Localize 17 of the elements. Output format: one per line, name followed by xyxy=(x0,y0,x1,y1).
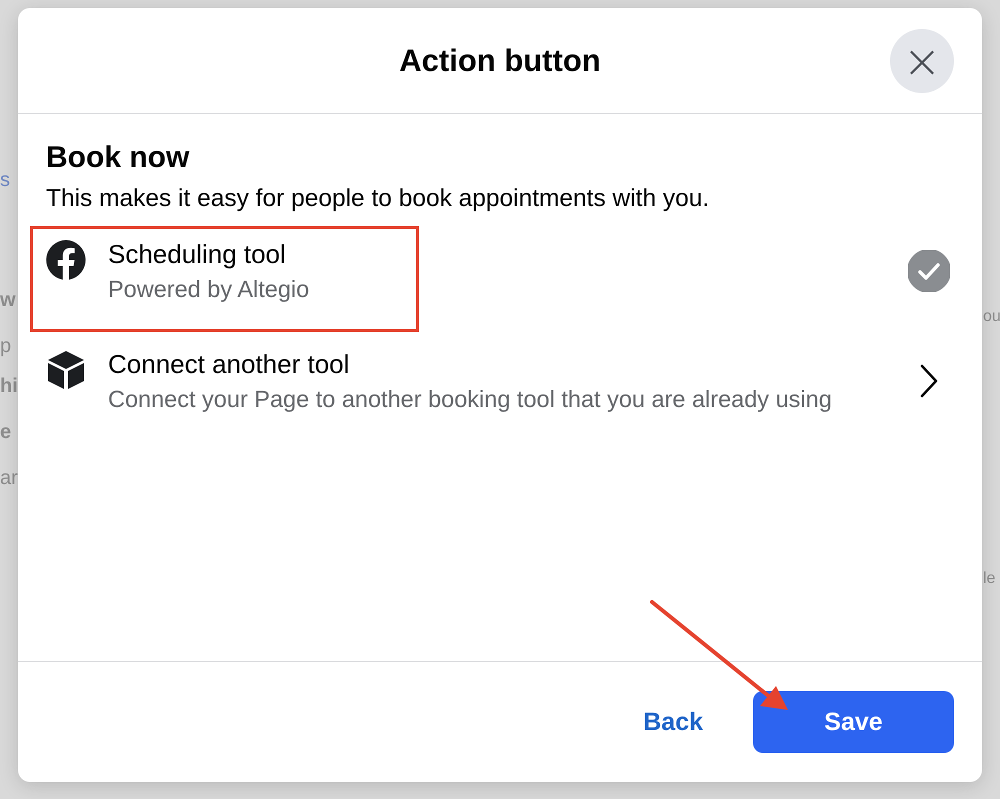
page-text: p xyxy=(0,334,12,359)
option-title[interactable]: Connect another tool xyxy=(108,346,884,382)
page-text: e xyxy=(0,420,12,445)
page-text: hi xyxy=(0,374,19,399)
save-button[interactable]: Save xyxy=(753,691,954,753)
option-title[interactable]: Scheduling tool xyxy=(108,236,884,272)
page-text: ou xyxy=(983,307,1000,327)
dialog-title: Action button xyxy=(399,42,601,78)
section-heading: Book now xyxy=(46,140,190,176)
page-text: le xyxy=(983,569,996,589)
option-subtitle: Powered by Altegio xyxy=(108,275,310,304)
option-subtitle: Connect your Page to another booking tool that you are already using xyxy=(108,385,833,414)
close-button[interactable]: × xyxy=(890,29,954,93)
back-button[interactable]: Back xyxy=(623,698,723,746)
page-text: w xyxy=(0,288,17,313)
page-text: ar xyxy=(0,466,19,491)
section-description: This makes it easy for people to book appointments with you. xyxy=(46,184,710,214)
